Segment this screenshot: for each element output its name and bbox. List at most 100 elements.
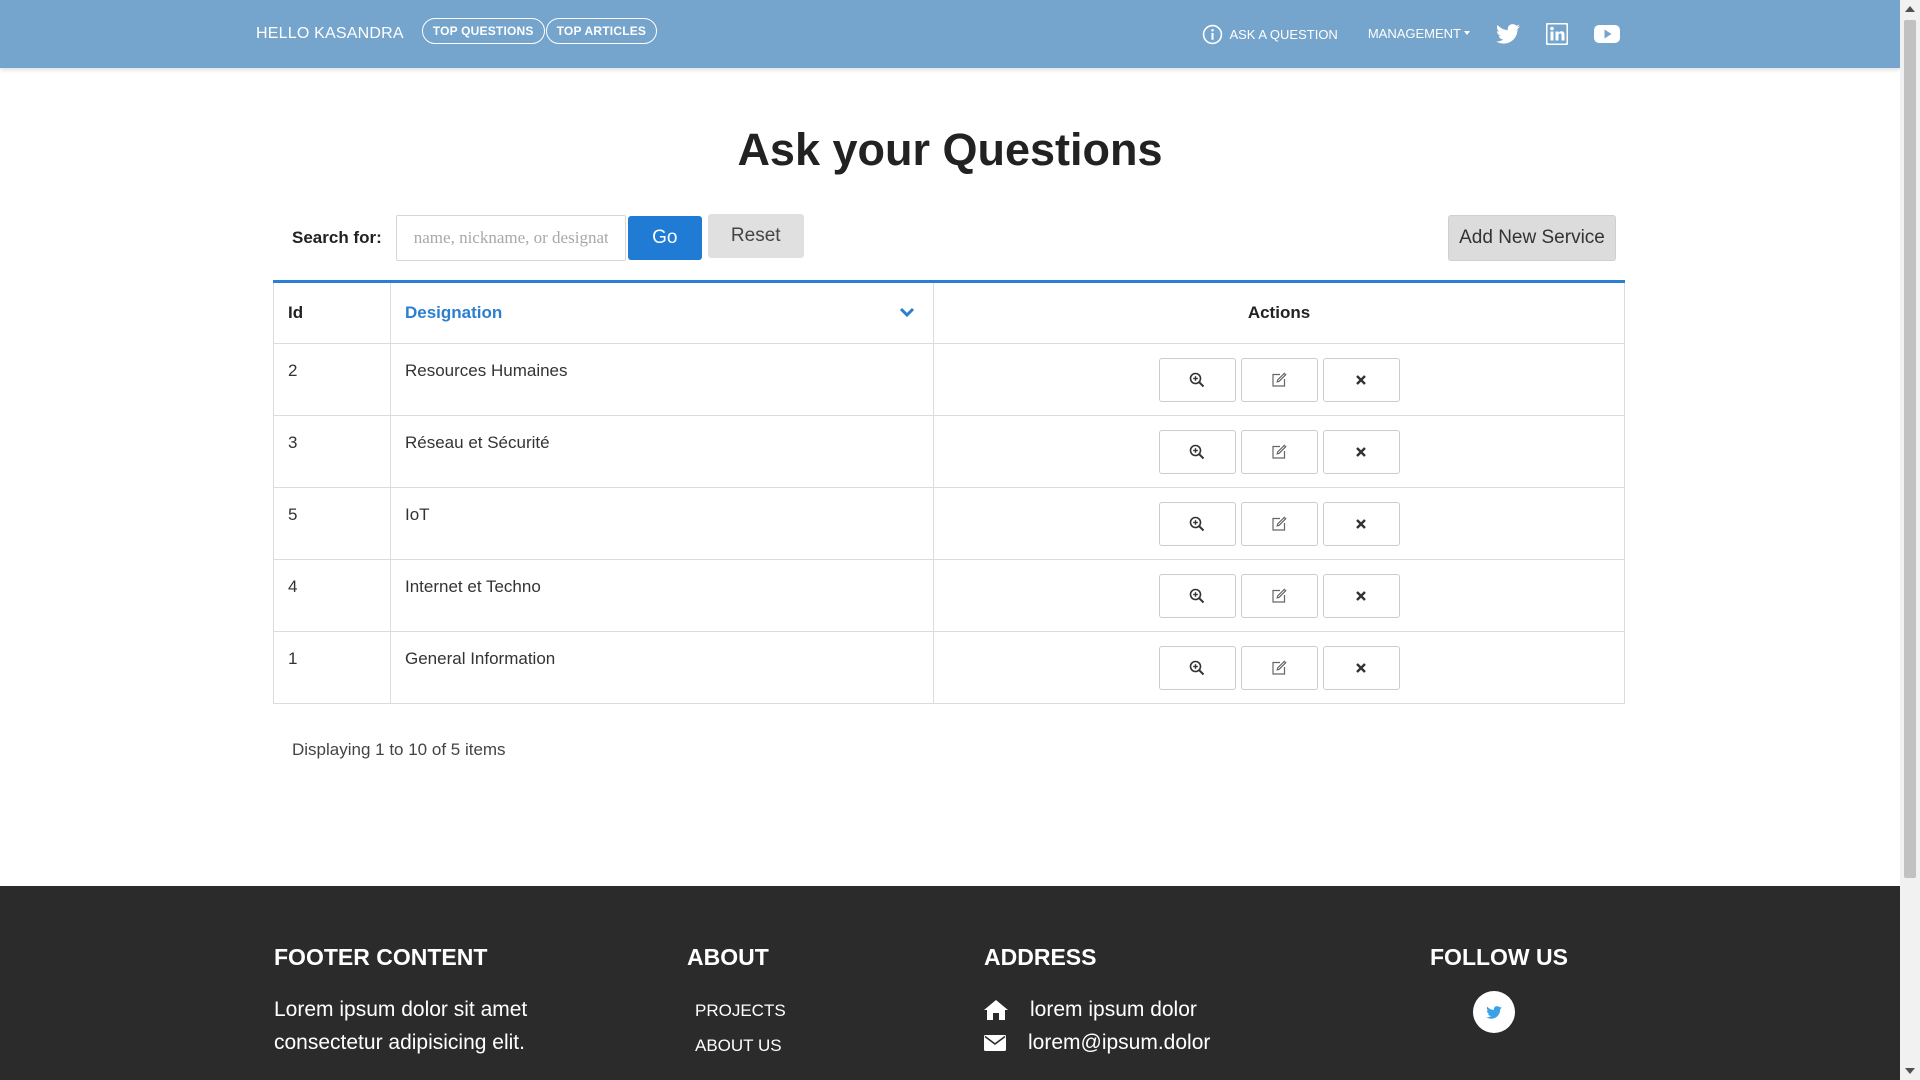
- cell-designation: IoT: [390, 487, 934, 560]
- chevron-down-icon: [899, 307, 915, 318]
- management-dropdown[interactable]: MANAGEMENT: [1368, 26, 1470, 41]
- view-button[interactable]: [1158, 357, 1236, 402]
- cell-actions: [933, 415, 1625, 488]
- delete-button[interactable]: [1322, 357, 1400, 402]
- scroll-up-arrow-icon[interactable]: [1905, 6, 1915, 12]
- footer-address-column: ADDRESS lorem ipsum dolor lorem@ipsum.do…: [984, 944, 1210, 1059]
- address-street-text: lorem ipsum dolor: [1030, 997, 1197, 1021]
- caret-down-icon: [1464, 31, 1470, 35]
- column-header-id[interactable]: Id: [273, 281, 391, 344]
- delete-icon: [1355, 446, 1367, 458]
- table-row: 2 Resources Humaines: [273, 343, 1625, 416]
- services-table: Id Designation Actions 2 Resources Humain…: [273, 280, 1625, 704]
- footer-follow-heading: FOLLOW US: [1430, 944, 1568, 970]
- top-questions-link[interactable]: TOP QUESTIONS: [421, 18, 545, 44]
- footer-content-column: FOOTER CONTENT Lorem ipsum dolor sit ame…: [274, 944, 527, 1059]
- edit-icon: [1271, 443, 1287, 460]
- view-button[interactable]: [1158, 645, 1236, 690]
- column-header-actions: Actions: [933, 281, 1625, 344]
- delete-icon: [1355, 374, 1367, 386]
- table-row: 1 General Information: [273, 631, 1625, 704]
- edit-button[interactable]: [1240, 501, 1318, 546]
- edit-icon: [1271, 659, 1287, 676]
- address-street: lorem ipsum dolor: [984, 993, 1210, 1026]
- top-navbar: HELLO KASANDRA TOP QUESTIONS TOP ARTICLE…: [0, 0, 1900, 68]
- youtube-icon: [1594, 25, 1620, 43]
- top-articles-link[interactable]: TOP ARTICLES: [545, 18, 658, 44]
- page-title: Ask your Questions: [737, 124, 1163, 175]
- cell-id: 2: [273, 343, 391, 416]
- footer-twitter-link[interactable]: [1473, 991, 1515, 1033]
- column-header-designation[interactable]: Designation: [390, 281, 934, 344]
- footer-link-about-us[interactable]: ABOUT US: [695, 1028, 786, 1063]
- management-label: MANAGEMENT: [1367, 25, 1461, 41]
- edit-button[interactable]: [1240, 357, 1318, 402]
- view-button[interactable]: [1158, 429, 1236, 474]
- add-new-service-button[interactable]: Add New Service: [1448, 215, 1616, 261]
- youtube-link[interactable]: [1594, 24, 1620, 44]
- pagination-summary: Displaying 1 to 10 of 5 items: [292, 740, 506, 759]
- reset-button[interactable]: Reset: [707, 214, 804, 258]
- row-action-group: [1158, 501, 1400, 546]
- vertical-scrollbar[interactable]: [1900, 0, 1920, 1080]
- view-icon: [1189, 444, 1205, 460]
- search-input[interactable]: [395, 215, 626, 261]
- scrollbar-thumb[interactable]: [1904, 20, 1916, 878]
- scroll-down-arrow-icon[interactable]: [1905, 1068, 1915, 1074]
- ask-question-link[interactable]: ASK A QUESTION: [1202, 24, 1338, 45]
- cell-designation: Réseau et Sécurité: [390, 415, 934, 488]
- delete-button[interactable]: [1322, 573, 1400, 618]
- cell-designation: Internet et Techno: [390, 559, 934, 632]
- edit-button[interactable]: [1240, 573, 1318, 618]
- view-icon: [1189, 372, 1205, 388]
- table-row: 4 Internet et Techno: [273, 559, 1625, 632]
- cell-actions: [933, 559, 1625, 632]
- cell-actions: [933, 487, 1625, 560]
- delete-icon: [1355, 590, 1367, 602]
- footer-content-heading: FOOTER CONTENT: [274, 944, 488, 970]
- row-action-group: [1158, 645, 1400, 690]
- twitter-link[interactable]: [1496, 24, 1520, 44]
- footer-about-column: ABOUT PROJECTS ABOUT US: [687, 944, 786, 1063]
- view-button[interactable]: [1158, 573, 1236, 618]
- user-greeting: HELLO KASANDRA: [256, 25, 404, 42]
- delete-button[interactable]: [1322, 645, 1400, 690]
- edit-button[interactable]: [1240, 645, 1318, 690]
- linkedin-link[interactable]: [1546, 23, 1568, 45]
- footer-link-projects[interactable]: PROJECTS: [695, 993, 786, 1028]
- view-button[interactable]: [1158, 501, 1236, 546]
- table-row: 5 IoT: [273, 487, 1625, 560]
- footer-content-text-1: Lorem ipsum dolor sit amet: [274, 998, 528, 1021]
- table-row: 3 Réseau et Sécurité: [273, 415, 1625, 488]
- edit-icon: [1271, 515, 1287, 532]
- navbar-right: ASK A QUESTION MANAGEMENT: [1202, 0, 1620, 68]
- cell-designation: General Information: [390, 631, 934, 704]
- go-button[interactable]: Go: [627, 216, 702, 260]
- delete-button[interactable]: [1322, 429, 1400, 474]
- search-toolbar: Search for: Go Reset Add New Service: [292, 214, 1620, 261]
- delete-icon: [1355, 662, 1367, 674]
- navbar-left: HELLO KASANDRA TOP QUESTIONS TOP ARTICLE…: [256, 0, 658, 68]
- info-icon: [1203, 24, 1223, 44]
- delete-button[interactable]: [1322, 501, 1400, 546]
- delete-icon: [1355, 518, 1367, 530]
- cell-id: 4: [273, 559, 391, 632]
- footer-about-heading: ABOUT: [687, 944, 769, 970]
- view-icon: [1189, 660, 1205, 676]
- view-icon: [1189, 588, 1205, 604]
- twitter-icon: [1496, 24, 1520, 44]
- edit-icon: [1271, 587, 1287, 604]
- cell-designation: Resources Humaines: [390, 343, 934, 416]
- column-header-designation-label: Designation: [405, 303, 503, 322]
- page-footer: FOOTER CONTENT Lorem ipsum dolor sit ame…: [0, 886, 1900, 1080]
- footer-address-heading: ADDRESS: [984, 944, 1097, 970]
- edit-button[interactable]: [1240, 429, 1318, 474]
- envelope-icon: [984, 1034, 1006, 1051]
- table-header-row: Id Designation Actions: [273, 281, 1625, 344]
- ask-question-label: ASK A QUESTION: [1229, 26, 1338, 42]
- cell-id: 3: [273, 415, 391, 488]
- address-email-text: lorem@ipsum.dolor: [1028, 1030, 1211, 1054]
- table-body: 2 Resources Humaines 3 Réseau et Sécurité 5 I…: [273, 343, 1625, 704]
- cell-actions: [933, 631, 1625, 704]
- view-icon: [1189, 516, 1205, 532]
